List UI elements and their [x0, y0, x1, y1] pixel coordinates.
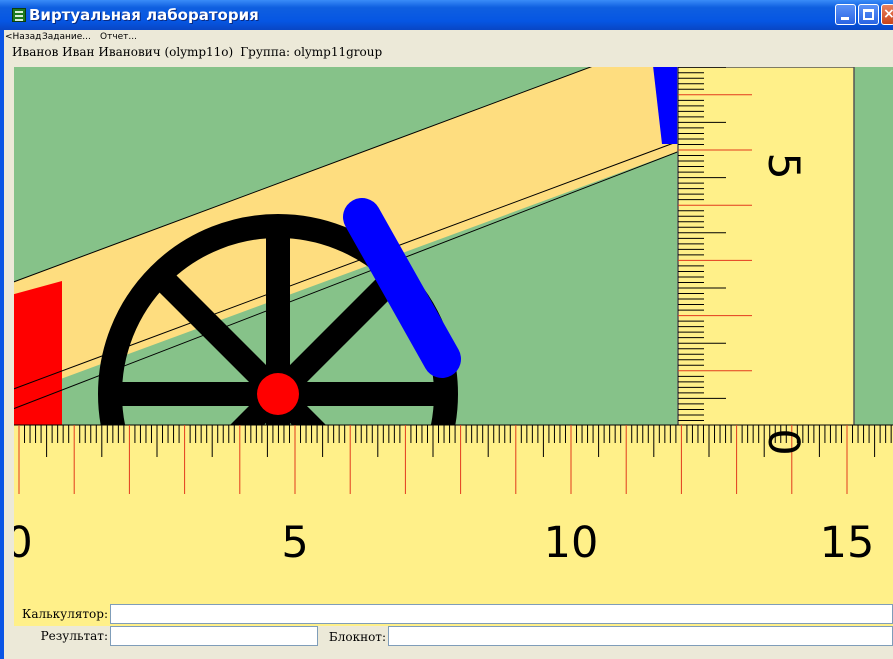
menu-report[interactable]: Отчет...	[100, 32, 137, 42]
menu-bar: <Назад Задание... Отчет...	[4, 30, 893, 44]
vertical-ruler-label: 5	[758, 152, 808, 179]
result-output[interactable]	[110, 626, 318, 646]
horizontal-ruler-label: 0	[14, 518, 33, 568]
user-name: Иванов Иван Иванович (olymp11o)	[12, 45, 234, 59]
horizontal-ruler-label: 5	[281, 518, 308, 568]
horizontal-ruler-label: 10	[544, 518, 599, 568]
close-icon: ×	[883, 6, 893, 22]
result-label: Результат:	[40, 629, 108, 643]
app-icon	[12, 8, 26, 22]
maximize-button[interactable]	[858, 4, 879, 25]
minimize-button[interactable]	[835, 4, 856, 25]
menu-back[interactable]: <Назад	[5, 32, 41, 42]
vertical-ruler-label: 0	[758, 428, 808, 455]
user-info: Иванов Иван Иванович (olymp11o) Группа: o…	[12, 45, 389, 59]
horizontal-ruler-label: 15	[820, 518, 875, 568]
calculator-label: Калькулятор:	[22, 607, 108, 621]
maximize-icon	[863, 9, 874, 20]
menu-task[interactable]: Задание...	[42, 32, 91, 42]
lab-scene: 0 5 0 5 10 15	[14, 67, 893, 626]
minimize-icon	[841, 17, 849, 20]
window-titlebar[interactable]: Виртуальная лаборатория ×	[0, 0, 893, 30]
user-group: Группа: olymp11group	[240, 45, 383, 59]
client-area: <Назад Задание... Отчет... Иванов Иван И…	[4, 30, 893, 659]
notepad-label: Блокнот:	[328, 630, 386, 644]
wheel-hub	[257, 373, 299, 415]
notepad-input[interactable]	[388, 626, 893, 646]
close-button[interactable]: ×	[881, 4, 893, 25]
window-title: Виртуальная лаборатория	[29, 6, 259, 24]
calculator-input[interactable]	[110, 604, 893, 624]
